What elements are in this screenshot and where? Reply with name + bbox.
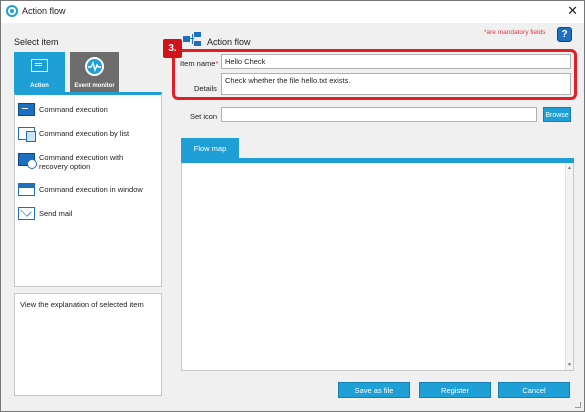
item-explanation-panel: View the explanation of selected item <box>14 293 162 396</box>
step-badge: 3. <box>163 39 182 58</box>
recovery-command-icon <box>18 153 37 169</box>
item-name-label: Item name* <box>180 59 219 68</box>
list-command-icon <box>18 127 36 142</box>
list-item-command-execution-recovery[interactable]: Command execution with recovery option <box>18 153 151 171</box>
list-item-send-mail[interactable]: Send mail <box>18 207 72 220</box>
set-icon-label: Set icon <box>190 112 218 121</box>
page-title: Action flow <box>207 37 251 47</box>
tab-action[interactable]: Action <box>14 52 65 92</box>
tab-event-monitor-label: Event monitor <box>74 83 115 89</box>
required-mark: * <box>215 59 219 68</box>
list-item-command-execution[interactable]: Command execution <box>18 103 108 116</box>
list-item-label: Command execution with recovery option <box>39 153 124 171</box>
details-label: Details <box>194 84 217 93</box>
window-title: Action flow <box>22 6 66 16</box>
tab-flow-map[interactable]: Flow map <box>181 138 239 159</box>
item-name-input[interactable] <box>221 54 571 69</box>
select-item-header: Select item <box>14 37 59 47</box>
list-item-label: Command execution <box>39 105 108 114</box>
title-bar: Action flow ✕ <box>1 1 584 23</box>
details-textarea[interactable]: Check whether the file hello.txt exists. <box>221 73 571 95</box>
mandatory-fields-note: *are mandatory fields <box>484 29 546 36</box>
command-window-icon <box>31 59 48 72</box>
monitor-pulse-icon <box>85 57 104 76</box>
register-button[interactable]: Register <box>419 382 491 398</box>
flow-map-canvas[interactable]: ▲ ▼ <box>181 163 574 371</box>
scroll-down-icon[interactable]: ▼ <box>567 362 572 368</box>
scroll-up-icon[interactable]: ▲ <box>567 165 572 171</box>
list-item-command-execution-by-list[interactable]: Command execution by list <box>18 127 130 142</box>
mail-icon <box>18 207 35 220</box>
tab-event-monitor[interactable]: Event monitor <box>70 52 119 92</box>
set-icon-input[interactable] <box>221 107 537 122</box>
tab-action-label: Action <box>30 83 49 89</box>
list-item-label: Send mail <box>39 209 73 218</box>
app-logo-icon <box>6 5 18 17</box>
close-icon[interactable]: ✕ <box>567 3 578 19</box>
action-flow-window: Action flow ✕ Select item Action Event m… <box>0 0 585 412</box>
action-flow-icon <box>183 32 201 46</box>
browse-button[interactable]: Browse <box>543 107 571 122</box>
terminal-icon <box>18 103 35 116</box>
item-list: Command execution Command execution by l… <box>14 92 162 287</box>
list-item-label: Command execution in window <box>39 185 143 194</box>
resize-grip-icon[interactable] <box>575 402 581 408</box>
flow-map-scrollbar[interactable]: ▲ ▼ <box>565 163 573 370</box>
list-item-label: Command execution by list <box>39 129 130 138</box>
window-command-icon <box>18 183 35 196</box>
save-as-file-button[interactable]: Save as file <box>338 382 410 398</box>
list-item-command-execution-in-window[interactable]: Command execution in window <box>18 183 143 196</box>
help-button[interactable]: ? <box>557 27 572 42</box>
cancel-button[interactable]: Cancel <box>498 382 570 398</box>
